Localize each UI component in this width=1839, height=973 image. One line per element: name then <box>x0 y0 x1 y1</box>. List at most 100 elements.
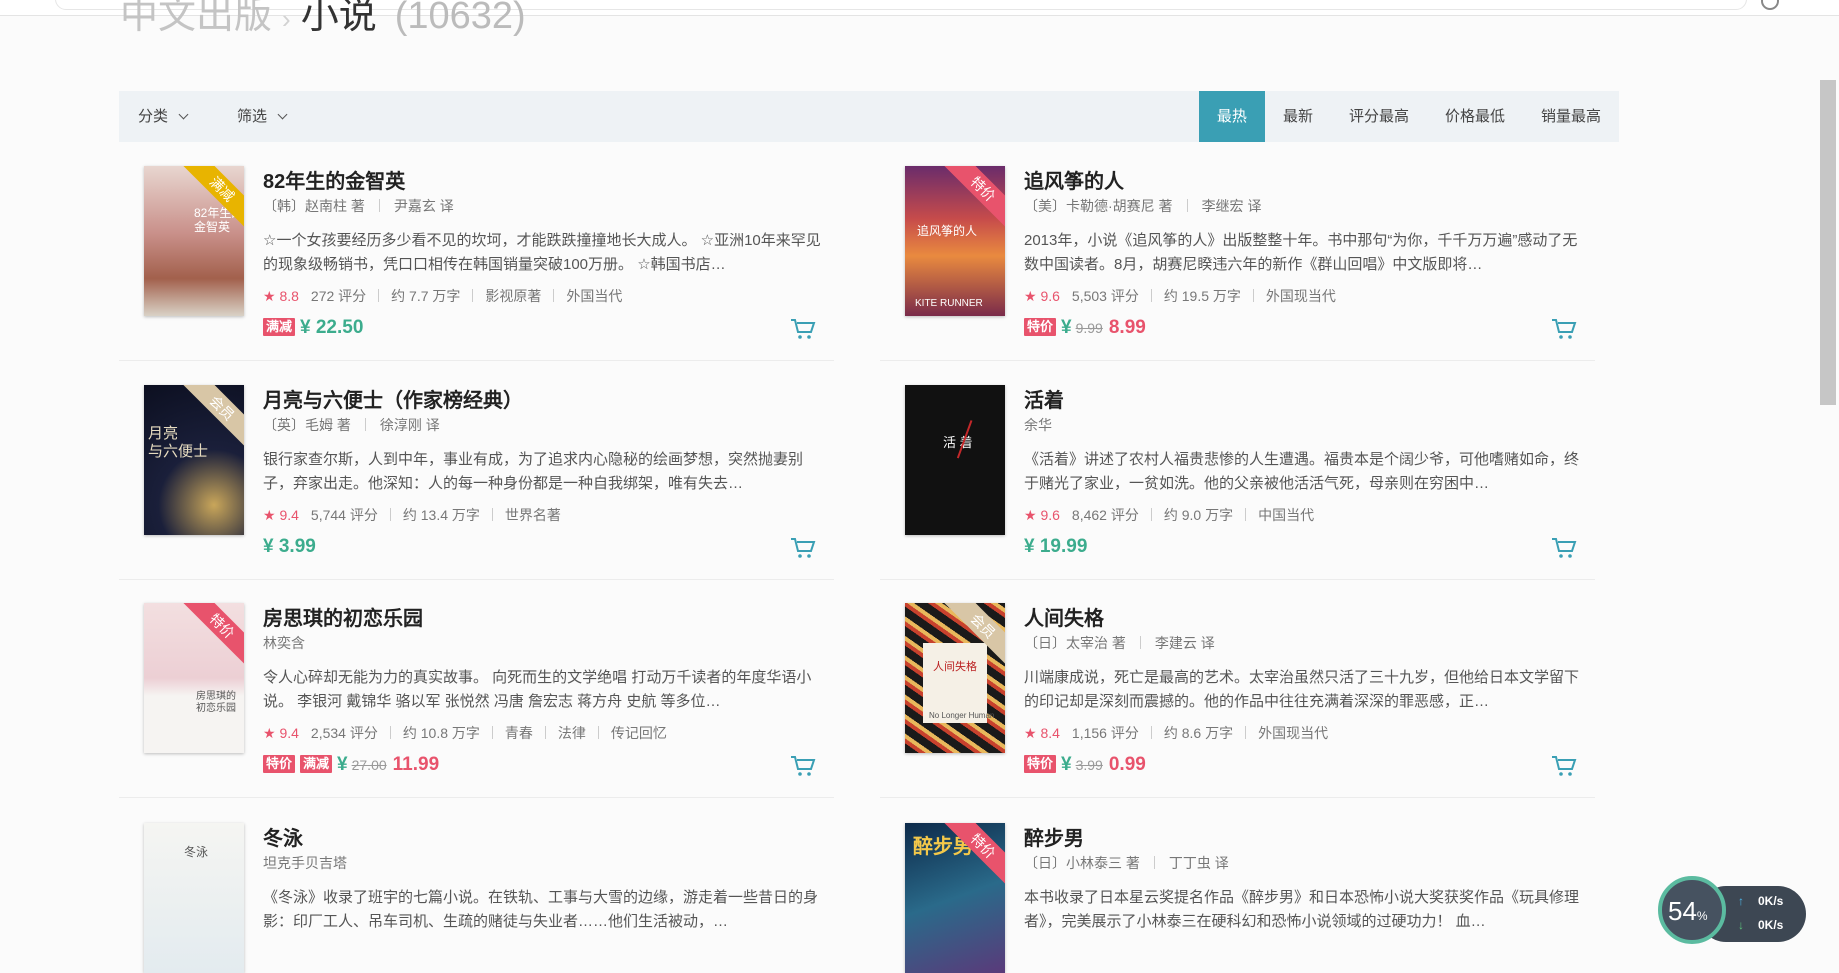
currency: ¥ <box>1061 317 1072 338</box>
book-card[interactable]: 月亮 与六便士 会员 月亮与六便士（作家榜经典） 〔英〕毛姆 著 徐淳刚 译 银行… <box>119 362 834 580</box>
author[interactable]: 余华 <box>1024 417 1052 433</box>
chevron-down-icon <box>178 109 189 120</box>
sort-tab-top-rated[interactable]: 评分最高 <box>1331 91 1427 142</box>
download-arrow-icon: ↓ <box>1738 918 1744 932</box>
book-card[interactable]: 醉步男 特价 醉步男 〔日〕小林泰三 著 丁丁虫 译 本书收录了日本星云奖提名作品… <box>880 800 1595 973</box>
author[interactable]: 〔韩〕赵南柱 著 <box>263 198 365 214</box>
cart-icon[interactable] <box>1551 537 1577 559</box>
cart-icon[interactable] <box>790 318 816 340</box>
cart-icon[interactable] <box>1551 755 1577 777</box>
book-meta: ★ 9.6 8,462 评分 约 9.0 万字 中国当代 <box>1024 505 1314 525</box>
breadcrumb-separator-icon: › <box>282 4 291 34</box>
book-title[interactable]: 活着 <box>1024 384 1064 413</box>
book-authors: 〔英〕毛姆 著 徐淳刚 译 <box>263 415 440 435</box>
book-card[interactable]: 冬泳 冬泳 坦克手贝吉塔 《冬泳》收录了班宇的七篇小说。在铁轨、工事与大雪的边缘… <box>119 800 834 973</box>
cart-icon[interactable] <box>1551 318 1577 340</box>
translator[interactable]: 尹嘉玄 译 <box>394 198 454 214</box>
book-tag[interactable]: 外国当代 <box>566 288 622 304</box>
author[interactable]: 〔日〕太宰治 著 <box>1024 635 1126 651</box>
translator[interactable]: 李建云 译 <box>1155 635 1215 651</box>
scrollbar[interactable] <box>1820 80 1836 405</box>
price-row: 满减 ¥ 22.50 <box>263 317 363 339</box>
star-icon: ★ <box>263 507 276 523</box>
book-title[interactable]: 房思琪的初恋乐园 <box>263 602 423 631</box>
book-card[interactable]: 房思琪的 初恋乐园 特价 房思琪的初恋乐园 林奕含 令人心碎却无能为力的真实故事… <box>119 580 834 798</box>
review-count: 8,462 评分 <box>1071 507 1139 523</box>
sort-tab-hot[interactable]: 最热 <box>1198 91 1265 142</box>
book-title[interactable]: 82年生的金智英 <box>263 165 405 194</box>
star-icon: ★ <box>1024 507 1037 523</box>
book-title[interactable]: 追风筝的人 <box>1024 165 1124 194</box>
translator[interactable]: 李继宏 译 <box>1202 198 1262 214</box>
book-cover[interactable]: 人间失格 No Longer Human 会员 <box>905 603 1005 753</box>
book-tag[interactable]: 中国当代 <box>1258 507 1314 523</box>
book-description: 2013年，小说《追风筝的人》出版整整十年。书中那句“为你，千千万万遍”感动了无… <box>1024 232 1578 273</box>
book-authors: 〔日〕小林泰三 著 丁丁虫 译 <box>1024 853 1229 873</box>
book-authors: 坦克手贝吉塔 <box>263 853 347 873</box>
filter-dropdown[interactable]: 筛选 <box>237 91 288 142</box>
rating: 9.6 <box>1040 507 1060 523</box>
review-count: 5,503 评分 <box>1071 288 1139 304</box>
book-description: 《冬泳》收录了班宇的七篇小说。在铁轨、工事与大雪的边缘，游走着一些昔日的身影：印… <box>263 889 819 930</box>
author[interactable]: 〔美〕卡勒德·胡赛尼 著 <box>1024 198 1173 214</box>
book-tag[interactable]: 影视原著 <box>485 288 541 304</box>
book-description: 银行家查尔斯，人到中年，事业有成，为了追求内心隐秘的绘画梦想，突然抛妻别子，弃家… <box>263 451 804 492</box>
book-description: ☆一个女孩要经历多少看不见的坎坷，才能跌跌撞撞地长大成人。 ☆亚洲10年来罕见的… <box>263 232 821 273</box>
breadcrumb-category[interactable]: 中文出版 <box>120 0 272 37</box>
profile-icon[interactable] <box>1761 0 1779 10</box>
breadcrumb: 中文出版 › 小说 (10632) <box>120 0 526 44</box>
sort-tab-best-selling[interactable]: 销量最高 <box>1523 91 1619 142</box>
word-count: 约 9.0 万字 <box>1163 507 1234 523</box>
book-tag[interactable]: 法律 <box>558 725 586 741</box>
rating: 8.4 <box>1040 725 1060 741</box>
book-title[interactable]: 人间失格 <box>1024 602 1104 631</box>
review-count: 1,156 评分 <box>1071 725 1139 741</box>
book-title[interactable]: 冬泳 <box>263 822 303 851</box>
currency: ¥ <box>337 754 348 775</box>
filter-bar: 分类 筛选 最热 最新 评分最高 价格最低 销量最高 <box>119 91 1619 142</box>
book-cover[interactable]: 醉步男 特价 <box>905 823 1005 973</box>
book-cover[interactable]: 房思琪的 初恋乐园 特价 <box>144 603 244 753</box>
book-tag[interactable]: 外国现当代 <box>1266 288 1336 304</box>
book-tag[interactable]: 传记回忆 <box>611 725 667 741</box>
rating: 8.8 <box>279 288 299 304</box>
word-count: 约 19.5 万字 <box>1163 288 1241 304</box>
book-cover[interactable]: 月亮 与六便士 会员 <box>144 385 244 535</box>
book-cover[interactable]: 82年生的 金智英 满减 <box>144 166 244 316</box>
book-cover[interactable]: 活 着 <box>905 385 1005 535</box>
book-authors: 〔日〕太宰治 著 李建云 译 <box>1024 633 1215 653</box>
book-tag[interactable]: 青春 <box>505 725 533 741</box>
book-title[interactable]: 醉步男 <box>1024 822 1084 851</box>
book-authors: 〔韩〕赵南柱 著 尹嘉玄 译 <box>263 196 454 216</box>
category-dropdown[interactable]: 分类 <box>138 91 189 142</box>
book-authors: 余华 <box>1024 415 1052 435</box>
sort-tab-newest[interactable]: 最新 <box>1265 91 1331 142</box>
author[interactable]: 〔日〕小林泰三 著 <box>1024 855 1140 871</box>
rating: 9.4 <box>279 725 299 741</box>
ribbon-badge: 特价 <box>942 166 1005 230</box>
cart-icon[interactable] <box>790 537 816 559</box>
book-cover[interactable]: 冬泳 <box>144 823 244 973</box>
translator[interactable]: 徐淳刚 译 <box>380 417 440 433</box>
author[interactable]: 坦克手贝吉塔 <box>263 855 347 871</box>
word-count: 约 13.4 万字 <box>402 507 480 523</box>
book-cover[interactable]: 追风筝的人 KITE RUNNER 特价 <box>905 166 1005 316</box>
price-row: 特价 ¥9.99 8.99 <box>1024 317 1146 339</box>
author[interactable]: 林奕含 <box>263 635 305 651</box>
cart-icon[interactable] <box>790 755 816 777</box>
book-card[interactable]: 追风筝的人 KITE RUNNER 特价 追风筝的人 〔美〕卡勒德·胡赛尼 著 李… <box>880 143 1595 361</box>
author[interactable]: 〔英〕毛姆 著 <box>263 417 351 433</box>
book-card[interactable]: 82年生的 金智英 满减 82年生的金智英 〔韩〕赵南柱 著 尹嘉玄 译 ☆一个女… <box>119 143 834 361</box>
cover-subtitle: No Longer Human <box>929 711 995 720</box>
book-title[interactable]: 月亮与六便士（作家榜经典） <box>263 384 523 413</box>
translator[interactable]: 丁丁虫 译 <box>1169 855 1229 871</box>
book-card[interactable]: 活 着 活着 余华 《活着》讲述了农村人福贵悲惨的人生遭遇。福贵本是个阔少爷，可… <box>880 362 1595 580</box>
book-description: 令人心碎却无能为力的真实故事。 向死而生的文学绝唱 打动万千读者的年度华语小说。… <box>263 669 812 710</box>
network-speed-widget[interactable]: 54% ↑ 0K/s ↓ 0K/s <box>1658 874 1808 944</box>
book-tag[interactable]: 外国现当代 <box>1258 725 1328 741</box>
cover-title: 追风筝的人 <box>917 224 978 238</box>
price-row: 特价 ¥3.99 0.99 <box>1024 754 1146 776</box>
book-tag[interactable]: 世界名著 <box>505 507 561 523</box>
book-card[interactable]: 人间失格 No Longer Human 会员 人间失格 〔日〕太宰治 著 李建云… <box>880 580 1595 798</box>
sort-tab-lowest-price[interactable]: 价格最低 <box>1427 91 1523 142</box>
